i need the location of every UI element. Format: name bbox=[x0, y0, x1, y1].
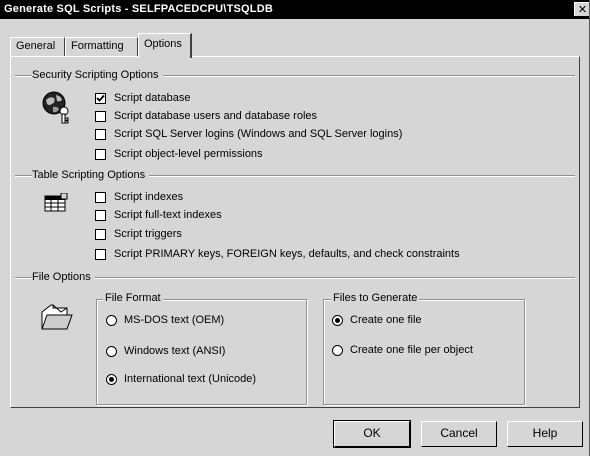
checkbox-box[interactable] bbox=[95, 192, 106, 203]
checkbox-label: Script SQL Server logins (Windows and SQ… bbox=[114, 128, 403, 140]
checkbox-box[interactable] bbox=[95, 149, 106, 160]
options-tab-panel: Security Scripting Options Script databa… bbox=[10, 56, 580, 408]
radio-label: Create one file per object bbox=[350, 344, 473, 356]
radio-label: Create one file bbox=[350, 314, 422, 326]
globe-key-icon bbox=[41, 90, 75, 124]
radio-label: Windows text (ANSI) bbox=[124, 345, 226, 357]
checkbox-label: Script database users and database roles bbox=[114, 110, 318, 122]
radio-selected-dot bbox=[109, 377, 114, 382]
files-to-generate-group-title: Files to Generate bbox=[331, 292, 420, 304]
tab-formatting[interactable]: Formatting bbox=[65, 37, 138, 56]
radio-button[interactable] bbox=[106, 374, 117, 385]
checkbox-box[interactable] bbox=[95, 210, 106, 221]
help-button[interactable]: Help bbox=[507, 421, 583, 447]
checkbox-label: Script triggers bbox=[114, 228, 182, 240]
window-title: Generate SQL Scripts - SELFPACEDCPU\TSQL… bbox=[4, 3, 273, 15]
checkbox-label: Script full-text indexes bbox=[114, 209, 222, 221]
generate-sql-scripts-dialog: Generate SQL Scripts - SELFPACEDCPU\TSQL… bbox=[0, 0, 590, 456]
cancel-button[interactable]: Cancel bbox=[421, 421, 497, 447]
radio-button[interactable] bbox=[106, 315, 117, 326]
checkbox-box[interactable] bbox=[95, 229, 106, 240]
checkbox-box[interactable] bbox=[95, 93, 106, 104]
checkbox-label: Script object-level permissions bbox=[114, 148, 263, 160]
radio-button[interactable] bbox=[106, 346, 117, 357]
checkbox-label: Script database bbox=[114, 92, 191, 104]
title-bar[interactable]: Generate SQL Scripts - SELFPACEDCPU\TSQL… bbox=[0, 0, 589, 19]
tab-general[interactable]: General bbox=[10, 37, 65, 56]
radio-label: International text (Unicode) bbox=[124, 373, 257, 385]
checkbox-box[interactable] bbox=[95, 129, 106, 140]
tab-options[interactable]: Options bbox=[138, 33, 192, 58]
radio-selected-dot bbox=[335, 318, 340, 323]
ok-button[interactable]: OK bbox=[333, 420, 411, 448]
checkbox-box[interactable] bbox=[95, 249, 106, 260]
close-button[interactable]: ✕ bbox=[574, 2, 589, 16]
open-folder-icon bbox=[39, 303, 73, 331]
security-section-title: Security Scripting Options bbox=[32, 69, 163, 81]
checkbox-box[interactable] bbox=[95, 111, 106, 122]
radio-label: MS-DOS text (OEM) bbox=[124, 314, 225, 326]
file-format-group-title: File Format bbox=[103, 292, 163, 304]
table-grid-icon bbox=[44, 192, 68, 213]
radio-button[interactable] bbox=[332, 315, 343, 326]
checkbox-label: Script indexes bbox=[114, 191, 184, 203]
radio-button[interactable] bbox=[332, 345, 343, 356]
file-section-title: File Options bbox=[32, 271, 95, 283]
table-section-title: Table Scripting Options bbox=[32, 169, 150, 181]
checkbox-label: Script PRIMARY keys, FOREIGN keys, defau… bbox=[114, 248, 460, 260]
section-divider bbox=[15, 277, 575, 279]
